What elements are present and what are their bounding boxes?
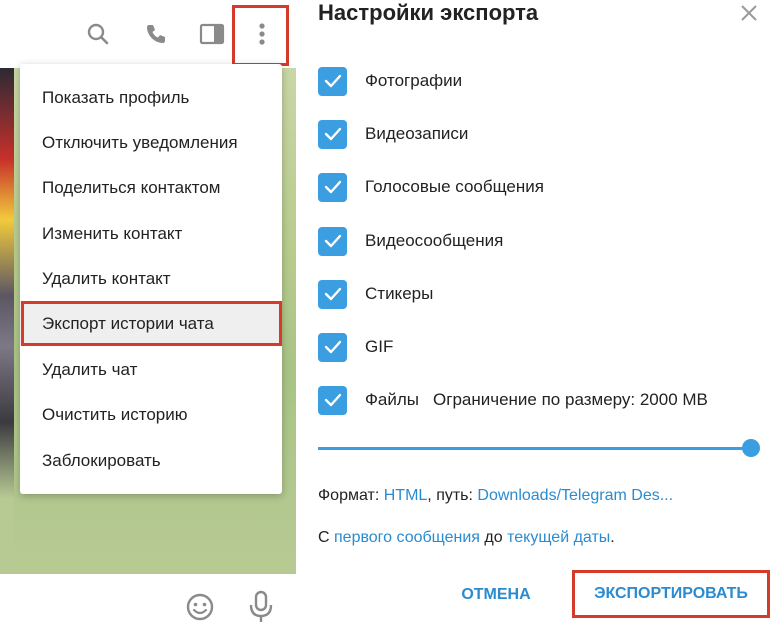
sidebar-toggle-icon[interactable]: [196, 18, 228, 50]
range-prefix: С: [318, 529, 334, 546]
microphone-icon[interactable]: [248, 590, 274, 629]
option-videos[interactable]: Видеозаписи: [318, 118, 468, 150]
menu-item-edit-contact[interactable]: Изменить контакт: [20, 211, 282, 256]
close-icon[interactable]: [736, 0, 762, 26]
checkmark-icon: [324, 234, 341, 248]
option-files[interactable]: Файлы Ограничение по размеру: 2000 MB: [318, 384, 708, 416]
format-link[interactable]: HTML: [384, 487, 428, 504]
files-checkbox[interactable]: [318, 385, 347, 415]
voice-messages-checkbox[interactable]: [318, 172, 347, 202]
menu-item-delete-chat[interactable]: Удалить чат: [20, 347, 282, 392]
range-middle: до: [479, 529, 508, 546]
chat-context-menu: Показать профиль Отключить уведомления П…: [20, 64, 282, 494]
checkmark-icon: [324, 127, 341, 141]
videos-checkbox[interactable]: [318, 119, 347, 149]
phone-icon[interactable]: [140, 18, 172, 50]
option-voice-messages[interactable]: Голосовые сообщения: [318, 171, 544, 203]
option-label: Файлы: [365, 390, 420, 409]
option-photos[interactable]: Фотографии: [318, 65, 462, 97]
photos-checkbox[interactable]: [318, 66, 347, 96]
option-label: Голосовые сообщения: [365, 177, 544, 196]
range-from-link[interactable]: первого сообщения: [334, 529, 480, 546]
checkmark-icon: [324, 74, 341, 88]
size-limit-label: Ограничение по размеру: 2000 MB: [433, 390, 708, 409]
range-to-link[interactable]: текущей даты: [507, 529, 610, 546]
option-video-messages[interactable]: Видеосообщения: [318, 225, 503, 257]
option-label: Фотографии: [365, 71, 463, 90]
slider-thumb[interactable]: [742, 439, 760, 457]
menu-item-share-contact[interactable]: Поделиться контактом: [20, 165, 282, 210]
search-icon[interactable]: [82, 18, 114, 50]
option-label: Стикеры: [365, 284, 434, 303]
video-messages-checkbox[interactable]: [318, 226, 347, 256]
menu-item-export-chat-history[interactable]: Экспорт истории чата: [20, 301, 282, 346]
checkmark-icon: [324, 393, 341, 407]
menu-item-block[interactable]: Заблокировать: [20, 438, 282, 483]
checkmark-icon: [324, 180, 341, 194]
option-gif[interactable]: GIF: [318, 331, 393, 363]
menu-item-delete-contact[interactable]: Удалить контакт: [20, 256, 282, 301]
cancel-button[interactable]: ОТМЕНА: [446, 578, 546, 612]
export-settings-dialog: Настройки экспорта Фотографии Видеозапис…: [296, 0, 779, 632]
checkmark-icon: [324, 340, 341, 354]
format-prefix: Формат:: [318, 487, 384, 504]
chat-media-thumbnail: [0, 68, 14, 574]
menu-item-mute-notifications[interactable]: Отключить уведомления: [20, 120, 282, 165]
path-link[interactable]: Downloads/Telegram Des...: [477, 487, 673, 504]
option-label: GIF: [365, 337, 394, 356]
option-label: Видеосообщения: [365, 231, 504, 250]
message-input-bar: [0, 574, 296, 632]
range-line: С первого сообщения до текущей даты.: [318, 529, 615, 547]
path-prefix: , путь:: [427, 487, 478, 504]
option-stickers[interactable]: Стикеры: [318, 278, 433, 310]
emoji-icon[interactable]: [185, 592, 215, 627]
dialog-title: Настройки экспорта: [318, 0, 539, 25]
menu-item-show-profile[interactable]: Показать профиль: [20, 75, 282, 120]
export-button[interactable]: ЭКСПОРТИРОВАТЬ: [572, 570, 770, 618]
stickers-checkbox[interactable]: [318, 279, 347, 309]
chat-pane: Показать профиль Отключить уведомления П…: [0, 0, 296, 632]
size-limit-slider[interactable]: [318, 438, 760, 458]
format-line: Формат: HTML, путь: Downloads/Telegram D…: [318, 487, 673, 505]
range-suffix: .: [610, 529, 615, 546]
option-label: Видеозаписи: [365, 124, 469, 143]
checkmark-icon: [324, 287, 341, 301]
slider-track[interactable]: [318, 447, 756, 450]
more-button-highlight: [232, 5, 289, 66]
gif-checkbox[interactable]: [318, 332, 347, 362]
menu-item-clear-history[interactable]: Очистить историю: [20, 392, 282, 437]
